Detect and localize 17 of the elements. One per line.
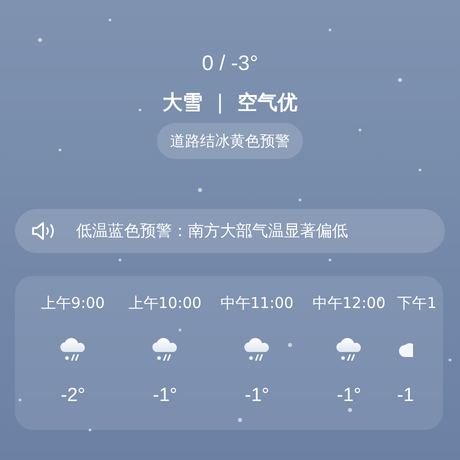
temperature-range: 0 / -3° [202, 51, 258, 77]
hour-time: 上午9:00 [41, 293, 105, 314]
hour-time: 中午12:00 [312, 293, 386, 314]
hour-temperature: -1° [152, 384, 178, 408]
hour-time: 中午11:00 [220, 293, 294, 314]
hour-time: 上午10:00 [128, 293, 202, 314]
air-quality: 空气优 [237, 89, 298, 115]
hour-temperature: -2° [60, 384, 86, 408]
weather-condition: 大雪 [162, 89, 203, 115]
hour-temperature: -1° [336, 384, 362, 408]
hour-time: 下午1 [397, 293, 437, 314]
hour-temperature: -1 [397, 384, 414, 408]
hour-temperature: -1° [244, 384, 270, 408]
alert-banner[interactable]: 低温蓝色预警：南方大部气温显著偏低 [15, 209, 445, 253]
separator: | [216, 89, 224, 115]
warning-pill[interactable]: 道路结冰黄色预警 [157, 123, 303, 159]
alert-text: 低温蓝色预警：南方大部气温显著偏低 [76, 220, 348, 242]
